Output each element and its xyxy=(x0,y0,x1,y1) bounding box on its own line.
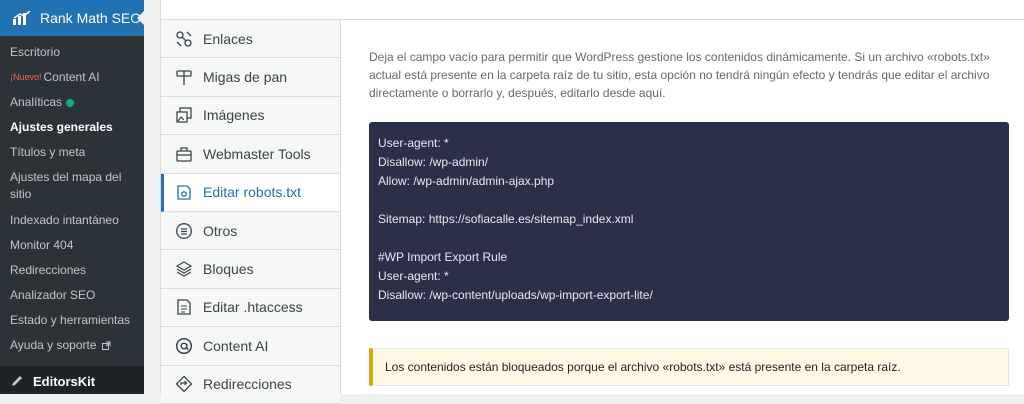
external-link-icon xyxy=(101,341,111,350)
tab-label: Bloques xyxy=(203,261,254,278)
tab-webmaster-tools[interactable]: Webmaster Tools xyxy=(161,135,340,174)
sidebar-item-label: Analizador SEO xyxy=(10,288,96,302)
sidebar-item-ajustes-generales[interactable]: Ajustes generales xyxy=(0,115,144,140)
list-icon xyxy=(175,222,193,240)
sidebar-item-editorskit[interactable]: EditorsKit xyxy=(0,368,144,394)
sidebar-item-analizador[interactable]: Analizador SEO xyxy=(0,283,144,308)
tab-migas-de-pan[interactable]: Migas de pan xyxy=(161,58,340,97)
rank-math-logo-icon xyxy=(13,11,31,25)
tab-enlaces[interactable]: Enlaces xyxy=(161,20,340,59)
links-icon xyxy=(175,30,193,48)
tab-label: Content AI xyxy=(203,337,269,354)
sidebar-item-ayuda[interactable]: Ayuda y soporte xyxy=(0,333,144,358)
blocks-icon xyxy=(175,260,193,278)
tab-label: Imágenes xyxy=(203,107,265,124)
robot-icon xyxy=(175,183,193,201)
images-icon xyxy=(175,106,193,124)
sidebar-item-label: Indexado intantáneo xyxy=(10,213,119,227)
sidebar-item-escritorio[interactable]: Escritorio xyxy=(0,40,144,65)
tab-label: Otros xyxy=(203,222,238,239)
tab-label: Editar .htaccess xyxy=(203,299,303,316)
tab-label: Migas de pan xyxy=(203,69,288,86)
tab-editar-htaccess[interactable]: Editar .htaccess xyxy=(161,288,340,328)
sidebar-item-label: Ayuda y soporte xyxy=(10,338,97,352)
tab-label: Enlaces xyxy=(203,30,253,47)
tab-editar-robots[interactable]: Editar robots.txt xyxy=(161,173,340,212)
rank-math-menu[interactable]: Rank Math SEO xyxy=(0,0,144,36)
notice-text: Los contenidos están bloqueados porque e… xyxy=(385,360,901,374)
sidebar-item-label: Redirecciones xyxy=(10,263,87,277)
briefcase-icon xyxy=(175,145,193,163)
sidebar-item-label: Ajustes del mapa del sitio xyxy=(10,170,122,201)
sidebar-item-label: Escritorio xyxy=(10,45,61,59)
robots-txt-editor[interactable]: User-agent: * Disallow: /wp-admin/ Allow… xyxy=(369,122,1009,321)
redirect-icon xyxy=(175,375,193,393)
locked-notice: Los contenidos están bloqueados porque e… xyxy=(369,348,1009,386)
sidebar-item-label: Títulos y meta xyxy=(10,145,86,159)
tab-label: Redirecciones xyxy=(203,376,292,393)
sidebar-item-label: Content AI xyxy=(43,70,100,84)
sidebar-item-sitemap[interactable]: Ajustes del mapa del sitio xyxy=(0,165,144,208)
sidebar-item-titulos-meta[interactable]: Títulos y meta xyxy=(0,140,144,165)
rank-math-submenu: Escritorio ¡Nuevo! Content AI Analíticas … xyxy=(0,36,144,366)
tab-redirecciones[interactable]: Redirecciones xyxy=(161,365,340,404)
signpost-icon xyxy=(175,68,193,86)
pen-icon xyxy=(12,376,22,386)
sidebar-item-label: Analíticas xyxy=(10,95,63,109)
sidebar-item-monitor-404[interactable]: Monitor 404 xyxy=(0,233,144,258)
sidebar-item-label: Ajustes generales xyxy=(10,120,113,134)
tab-label: Webmaster Tools xyxy=(203,145,311,162)
tab-bloques[interactable]: Bloques xyxy=(161,250,340,289)
sidebar-item-analiticas[interactable]: Analíticas xyxy=(0,90,144,115)
panel-header-strip xyxy=(161,0,1024,20)
rank-math-title: Rank Math SEO xyxy=(40,10,142,26)
sidebar-item-label: EditorsKit xyxy=(33,373,96,389)
file-icon xyxy=(175,298,193,316)
tab-label: Editar robots.txt xyxy=(203,184,302,201)
settings-tabs: Enlaces Migas de pan Imágenes Webmaster … xyxy=(161,20,341,404)
robots-editor-section: Deja el campo vacío para permitir que Wo… xyxy=(369,20,1009,386)
sidebar-item-indexado[interactable]: Indexado intantáneo xyxy=(0,208,144,233)
sidebar-item-label: Estado y herramientas xyxy=(10,313,131,327)
status-dot-icon xyxy=(66,98,75,107)
sidebar-item-estado[interactable]: Estado y herramientas xyxy=(0,308,144,333)
admin-sidebar: Rank Math SEO Escritorio ¡Nuevo! Content … xyxy=(0,0,144,394)
tab-content-ai[interactable]: Content AI xyxy=(161,327,340,366)
field-description: Deja el campo vacío para permitir que Wo… xyxy=(369,50,990,100)
current-menu-arrow xyxy=(137,11,144,25)
at-icon xyxy=(175,337,193,355)
tab-otros[interactable]: Otros xyxy=(161,211,340,251)
tab-imagenes[interactable]: Imágenes xyxy=(161,96,340,136)
new-badge: ¡Nuevo! xyxy=(10,72,42,82)
settings-panel: Enlaces Migas de pan Imágenes Webmaster … xyxy=(160,0,1024,404)
sidebar-item-redirecciones[interactable]: Redirecciones xyxy=(0,258,144,283)
sidebar-item-label: Monitor 404 xyxy=(10,238,74,252)
sidebar-item-content-ai[interactable]: ¡Nuevo! Content AI xyxy=(0,65,144,90)
